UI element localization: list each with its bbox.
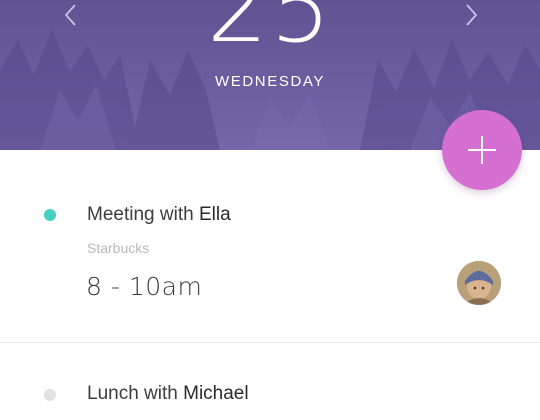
avatar-photo bbox=[457, 261, 501, 305]
event-item[interactable]: Meeting with Ella Starbucks 8 - 10am bbox=[0, 150, 540, 342]
weekday-label: WEDNESDAY bbox=[215, 73, 325, 90]
event-contact-name: Michael bbox=[183, 383, 249, 404]
event-contact-name: Ella bbox=[198, 204, 231, 225]
avatar[interactable] bbox=[457, 261, 501, 305]
event-title-prefix: Meeting with bbox=[87, 204, 199, 225]
event-title: Meeting with Ella bbox=[87, 204, 231, 226]
event-title-prefix: Lunch with bbox=[87, 383, 184, 404]
event-status-dot bbox=[44, 209, 56, 221]
event-title: Lunch with Michael bbox=[87, 383, 249, 405]
calendar-day-screen: 25 WEDNESDAY Meeting with Ella Starbucks… bbox=[0, 0, 540, 420]
event-location: Starbucks bbox=[87, 240, 150, 256]
event-item[interactable]: Lunch with Michael bbox=[0, 343, 540, 420]
event-status-dot bbox=[44, 389, 56, 401]
day-number: 25 bbox=[206, 0, 334, 64]
event-time: 8 - 10am bbox=[86, 272, 203, 301]
